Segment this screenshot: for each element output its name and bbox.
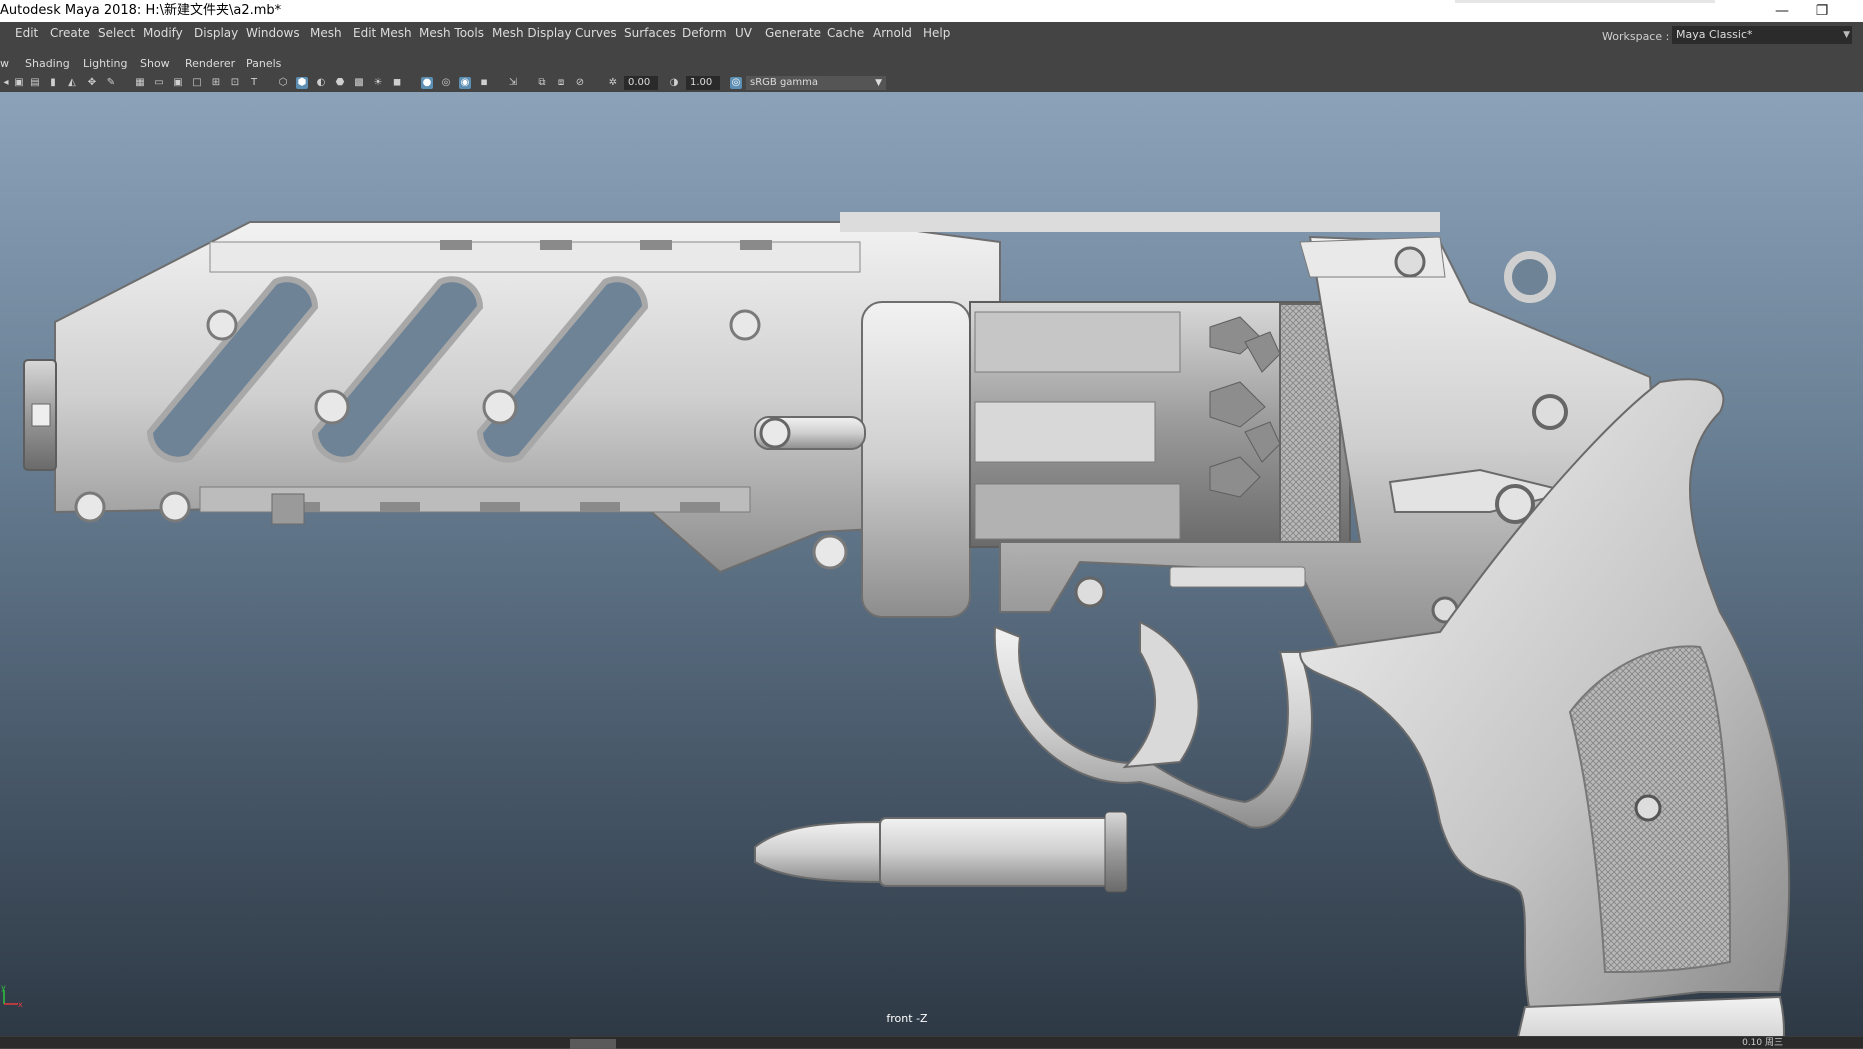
menu-edit[interactable]: Edit [15,22,38,44]
shadows-icon[interactable]: ◼ [391,77,403,89]
panel-menu-shading[interactable]: Shading [25,54,70,74]
menu-cache[interactable]: Cache [827,22,864,44]
menu-mesh-display[interactable]: Mesh Display [492,22,572,44]
menu-mesh-tools[interactable]: Mesh Tools [419,22,484,44]
menu-arnold[interactable]: Arnold [873,22,912,44]
camera-attributes-icon[interactable]: ▣ [13,77,25,89]
camera-tools-icon[interactable]: ▤ [29,77,41,89]
xray-icon[interactable]: ⧉ [536,77,548,89]
panel-menu-show[interactable]: Show [140,54,170,74]
bookmark-icon[interactable]: ▮ [47,77,59,89]
depth-of-field-icon[interactable]: ◾ [478,77,490,89]
workspace-value: Maya Classic* [1676,28,1753,41]
workspace-select[interactable]: Maya Classic* ▼ [1672,26,1852,44]
workspace-label: Workspace : [1602,30,1670,43]
chevron-down-icon: ▼ [1843,30,1850,40]
axis-y-label: y [1,984,6,992]
menu-display[interactable]: Display [194,22,238,44]
panel-menubar: w Shading Lighting Show Renderer Panels [0,54,1863,74]
viewport-front[interactable]: y x front -Z [0,92,1863,1036]
titlebar-shade [1455,0,1715,3]
color-space-select[interactable]: sRGB gamma ▼ [746,76,886,90]
gate-mask-icon[interactable]: □ [191,77,203,89]
menu-help[interactable]: Help [923,22,950,44]
exposure-icon[interactable]: ✲ [607,77,619,89]
axis-gizmo: y x [1,984,23,1008]
menu-generate[interactable]: Generate [765,22,821,44]
status-bar: 0.10 周三 [0,1036,1863,1049]
revolver-model [23,212,1791,1036]
field-chart-icon[interactable]: ⊞ [210,77,222,89]
menu-deform[interactable]: Deform [682,22,727,44]
main-menubar: Edit Create Select Modify Display Window… [0,22,1863,54]
default-material-icon[interactable]: ◐ [315,77,327,89]
smooth-shade-icon[interactable]: ⬢ [296,77,308,89]
menu-mesh[interactable]: Mesh [310,22,342,44]
menu-windows[interactable]: Windows [246,22,300,44]
bullet [754,811,1128,893]
exposure-field[interactable]: 0.00 [624,76,658,90]
2d-pan-zoom-icon[interactable]: ✥ [86,77,98,89]
resolution-gate-icon[interactable]: ▣ [172,77,184,89]
panel-menu-panels[interactable]: Panels [246,54,281,74]
grid-icon[interactable]: ▦ [134,77,146,89]
safe-action-icon[interactable]: ⊡ [229,77,241,89]
gamma-field[interactable]: 1.00 [686,76,720,90]
motion-blur-icon[interactable]: ◎ [440,77,452,89]
anti-aliasing-icon[interactable]: ◉ [459,77,471,89]
screen-space-ao-icon[interactable]: ● [421,77,433,89]
view-transform-icon[interactable]: ◎ [730,77,742,89]
window-titlebar: Autodesk Maya 2018: H:\新建文件夹\a2.mb* — ❐ [0,0,1863,22]
chevron-down-icon: ▼ [875,78,882,88]
panel-toolbar: ◂ ▣ ▤ ▮ ◭ ✥ ✎ ▦ ▭ ▣ □ ⊞ ⊡ T ⬡ ⬢ ◐ ⬣ ▩ ☀ … [0,74,1863,92]
axis-x-label: x [18,1000,23,1008]
menu-create[interactable]: Create [50,22,90,44]
minimize-button[interactable]: — [1762,0,1802,22]
barrel [23,221,1001,574]
grease-pencil-icon[interactable]: ✎ [105,77,117,89]
color-space-value: sRGB gamma [750,77,819,88]
gamma-icon[interactable]: ◑ [668,77,680,89]
select-camera-icon[interactable]: ◂ [0,77,12,89]
menu-modify[interactable]: Modify [143,22,183,44]
panel-menu-lighting[interactable]: Lighting [83,54,127,74]
menu-edit-mesh[interactable]: Edit Mesh [353,22,412,44]
menu-select[interactable]: Select [98,22,135,44]
wireframe-icon[interactable]: ⬡ [277,77,289,89]
image-plane-icon[interactable]: ◭ [66,77,78,89]
panel-menu-renderer[interactable]: Renderer [185,54,235,74]
wireframe-on-shaded-icon[interactable]: ⬣ [334,77,346,89]
lights-icon[interactable]: ☀ [372,77,384,89]
menu-surfaces[interactable]: Surfaces [624,22,676,44]
trigger-guard [993,620,1313,829]
status-clock: 0.10 周三 [1742,1038,1783,1048]
safe-title-icon[interactable]: T [248,77,260,89]
menu-uv[interactable]: UV [735,22,752,44]
menu-curves[interactable]: Curves [575,22,617,44]
restore-button[interactable]: ❐ [1802,0,1842,22]
xray-joints-icon[interactable]: ⧈ [555,77,567,89]
panel-menu-view[interactable]: w [0,54,9,74]
xray-components-icon[interactable]: ⊘ [574,77,586,89]
film-gate-icon[interactable]: ▭ [153,77,165,89]
textured-icon[interactable]: ▩ [353,77,365,89]
isolate-select-icon[interactable]: ⇲ [507,77,519,89]
camera-label: front -Z [886,1012,928,1025]
window-title: Autodesk Maya 2018: H:\新建文件夹\a2.mb* [0,3,282,18]
